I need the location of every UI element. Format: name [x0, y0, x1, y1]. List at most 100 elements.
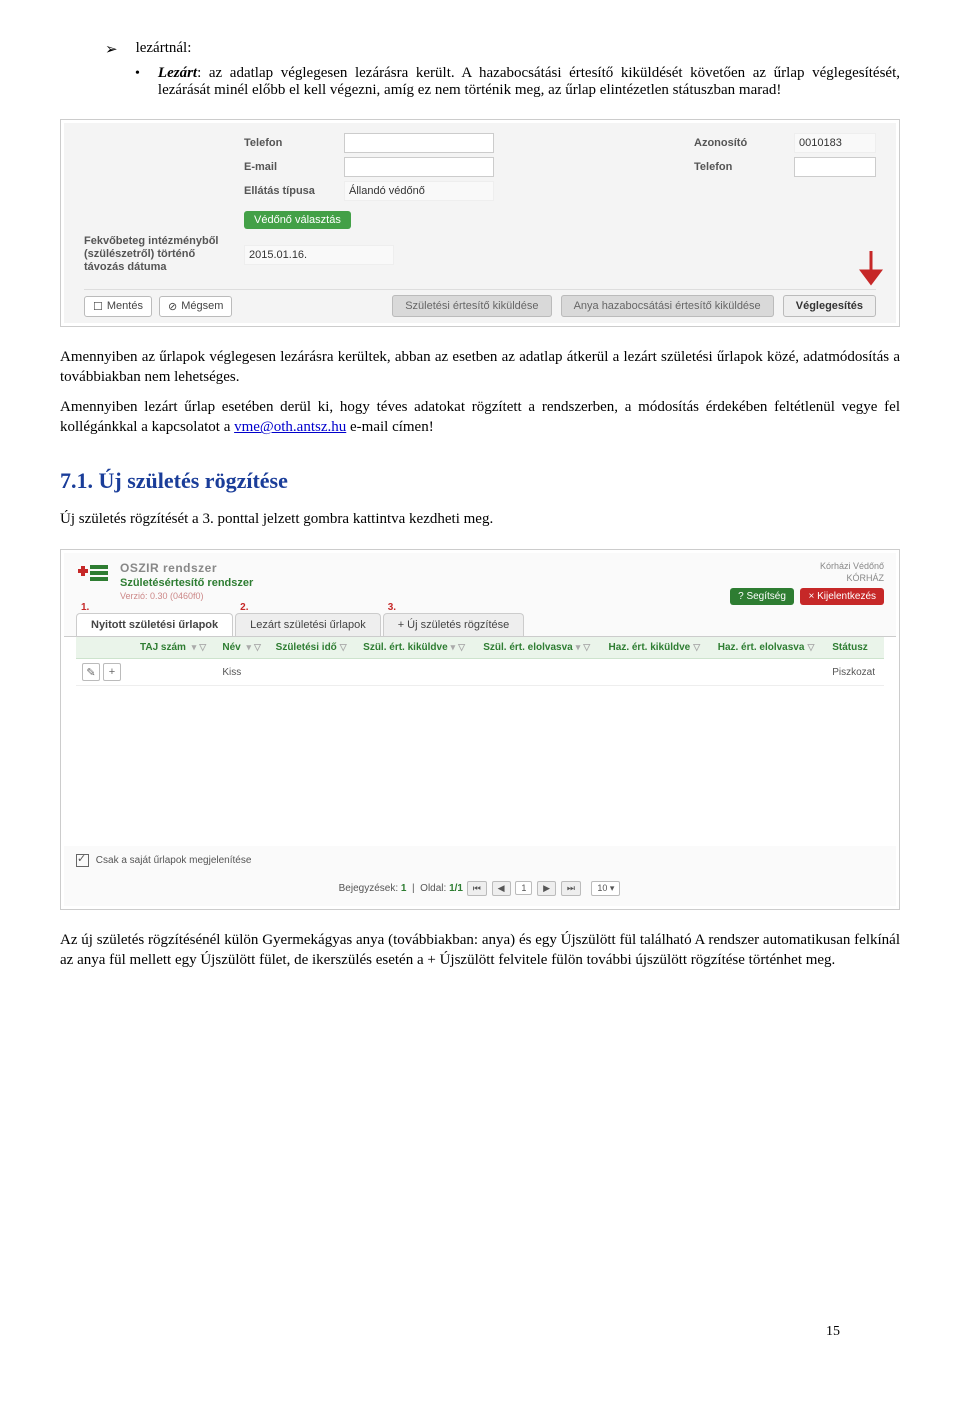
sort-icon: ▾ [247, 642, 252, 652]
tab-label-2: Lezárt születési űrlapok [250, 619, 366, 631]
pager-last-icon[interactable]: ⏭ [561, 881, 581, 896]
tab-lezart[interactable]: 2. Lezárt születési űrlapok [235, 613, 381, 636]
bullet-dot-icon: • [135, 65, 140, 99]
pager-prev-icon[interactable]: ◀ [492, 881, 511, 896]
label-email: E-mail [244, 161, 334, 173]
sort-icon: ▾ [192, 642, 197, 652]
mentes-label: Mentés [107, 300, 143, 312]
cell-name: Kiss [216, 659, 269, 686]
bullet-level2: • Lezárt: az adatlap véglegesen lezárásr… [135, 65, 900, 99]
pager-size-val: 10 [597, 883, 607, 893]
own-forms-checkbox[interactable] [76, 854, 89, 867]
email-link[interactable]: vme@oth.antsz.hu [234, 419, 346, 435]
screenshot-form-panel: Telefon Azonosító 0010183 E-mail Telefon… [60, 119, 900, 327]
col-actions [76, 637, 134, 659]
filter-icon: ▽ [458, 642, 465, 652]
tab-num-1: 1. [81, 602, 89, 613]
records-table: TAJ szám ▾▽ Név ▾▽ Születési idő▽ Szül. … [76, 637, 884, 686]
logout-label: Kijelentkezés [817, 591, 876, 602]
bullet-level1: ➢ lezártnál: [105, 40, 900, 59]
value-date: 2015.01.16. [244, 245, 394, 265]
value-azonosito: 0010183 [794, 133, 876, 153]
field-telefon2[interactable] [794, 157, 876, 177]
edit-icon[interactable]: ✎ [82, 663, 100, 681]
paragraph-3: Új születés rögzítését a 3. ponttal jelz… [60, 509, 900, 529]
col-nev[interactable]: Név ▾▽ [216, 637, 269, 659]
table-row[interactable]: ✎ + Kiss Piszkozat [76, 659, 884, 686]
brand-title: OSZIR rendszer [120, 561, 253, 575]
col-haz-ert-olv[interactable]: Haz. ért. elolvasva▽ [712, 637, 826, 659]
add-icon[interactable]: + [103, 663, 121, 681]
brand-block: OSZIR rendszer Születésértesítő rendszer… [76, 561, 253, 601]
field-email[interactable] [344, 157, 494, 177]
label-ellatas: Ellátás típusa [244, 185, 334, 197]
paragraph-2: Amennyiben lezárt űrlap esetében derül k… [60, 397, 900, 438]
pager-page-input[interactable]: 1 [515, 881, 532, 895]
vedono-valasztas-button[interactable]: Védőnő választás [244, 211, 351, 229]
col-szul-ert-olv[interactable]: Szül. ért. elolvasva▾▽ [477, 637, 602, 659]
chevron-down-icon: ▾ [610, 883, 615, 893]
value-ellatas: Állandó védőnő [344, 181, 494, 201]
col-szul-ido[interactable]: Születési idő▽ [270, 637, 358, 659]
anya-hazabocsatasi-button[interactable]: Anya hazabocsátási értesítő kiküldése [561, 295, 774, 317]
paragraph-4: Az új születés rögzítésénél külön Gyerme… [60, 930, 900, 971]
bullet-text: lezártnál: [136, 40, 192, 59]
help-label: Segítség [746, 591, 785, 602]
label-fekvobeteg: Fekvőbeteg intézményből (szülészetről) t… [84, 235, 234, 275]
filter-icon: ▽ [807, 642, 814, 652]
label-telefon2: Telefon [694, 161, 784, 173]
user-role2: KÓRHÁZ [730, 573, 884, 585]
label-azonosito: Azonosító [694, 137, 784, 149]
paragraph-1: Amennyiben az űrlapok véglegesen lezárás… [60, 347, 900, 388]
sort-icon: ▾ [451, 642, 456, 652]
user-role1: Kórházi Védőnő [730, 561, 884, 573]
label-telefon: Telefon [244, 137, 334, 149]
logout-icon: × [808, 591, 817, 602]
tab-label-3: + Új születés rögzítése [398, 619, 510, 631]
para2-b: e-mail címen! [346, 419, 433, 435]
pager: Bejegyzések: 1 | Oldal: 1/1 ⏮ ◀ 1 ▶ ⏭ 10… [64, 875, 896, 906]
tab-nyitott[interactable]: 1. Nyitott születési űrlapok [76, 613, 233, 636]
veglegesites-button[interactable]: Véglegesítés [783, 295, 876, 317]
brand-version: Verzió: 0.30 (0460f0) [120, 591, 253, 601]
megsem-label: Mégsem [181, 300, 223, 312]
mentes-button[interactable]: ☐ Mentés [84, 296, 152, 317]
own-forms-label: Csak a saját űrlapok megjelenítése [96, 855, 252, 866]
megsem-button[interactable]: ⊘ Mégsem [159, 296, 232, 317]
cell-status: Piszkozat [826, 659, 884, 686]
tab-num-2: 2. [240, 602, 248, 613]
red-arrow-annotation [858, 249, 884, 298]
sort-icon: ▾ [576, 642, 581, 652]
filter-icon: ▽ [583, 642, 590, 652]
pager-next-icon[interactable]: ▶ [537, 881, 556, 896]
page-number: 15 [826, 1324, 840, 1340]
pager-bej-label: Bejegyzések: [339, 883, 398, 894]
col-taj[interactable]: TAJ szám ▾▽ [134, 637, 216, 659]
para2-a: Amennyiben lezárt űrlap esetében derül k… [60, 399, 900, 435]
col-status: Státusz [826, 637, 884, 659]
pager-size-select[interactable]: 10 ▾ [591, 881, 620, 896]
field-telefon[interactable] [344, 133, 494, 153]
col-haz-ert-kik[interactable]: Haz. ért. kiküldve▽ [603, 637, 712, 659]
help-button[interactable]: ? Segítség [730, 588, 794, 605]
tab-label-1: Nyitott születési űrlapok [91, 619, 218, 631]
filter-icon: ▽ [340, 642, 347, 652]
tab-uj-szuletes[interactable]: 3. + Új születés rögzítése [383, 613, 525, 636]
filter-icon: ▽ [199, 642, 206, 652]
logo-icon [76, 561, 110, 589]
bullet-sub-text: Lezárt: az adatlap véglegesen lezárásra … [158, 65, 900, 99]
bullet-rest: : az adatlap véglegesen lezárásra került… [158, 65, 900, 98]
section-heading: 7.1. Új születés rögzítése [60, 468, 900, 494]
logout-button[interactable]: × Kijelentkezés [800, 588, 884, 605]
col-szul-ert-kik[interactable]: Szül. ért. kiküldve▾▽ [357, 637, 477, 659]
arrow-icon: ➢ [105, 40, 118, 59]
pager-first-icon[interactable]: ⏮ [467, 881, 487, 896]
brand-subtitle: Születésértesítő rendszer [120, 577, 253, 589]
filter-icon: ▽ [254, 642, 261, 652]
pager-bej-count: 1 [401, 883, 407, 894]
pager-oldal-val: 1/1 [449, 883, 463, 894]
filter-icon: ▽ [693, 642, 700, 652]
screenshot-oszir-list: OSZIR rendszer Születésértesítő rendszer… [60, 549, 900, 910]
cancel-icon: ⊘ [168, 300, 177, 313]
szuletesi-ertesito-button[interactable]: Születési értesítő kiküldése [392, 295, 551, 317]
